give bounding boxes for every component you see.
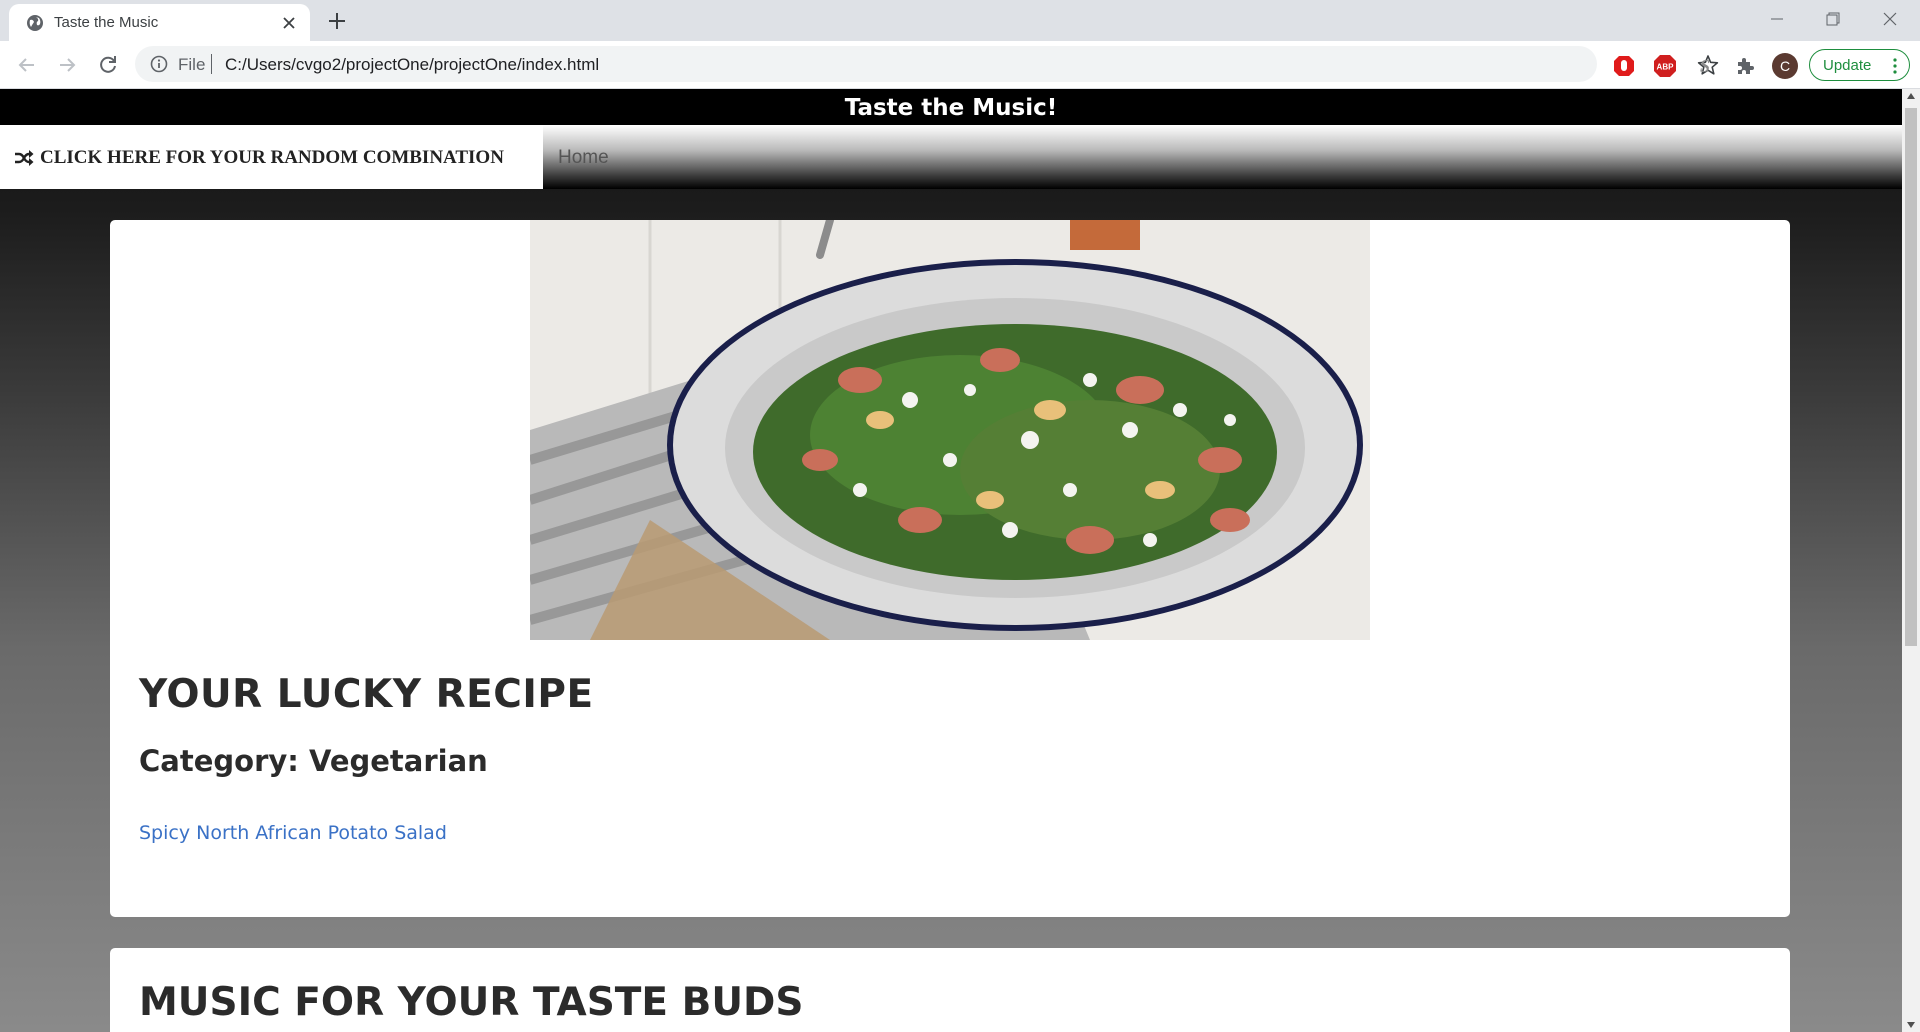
svg-text:S: S (1700, 56, 1710, 76)
music-heading: MUSIC FOR YOUR TASTE BUDS (139, 980, 804, 1025)
back-arrow-icon[interactable] (14, 52, 40, 78)
extensions-puzzle-icon[interactable] (1733, 54, 1757, 78)
close-icon[interactable] (280, 14, 298, 32)
browser-tab[interactable]: Taste the Music (9, 4, 310, 41)
window-close-icon[interactable] (1875, 6, 1905, 32)
random-combination-label: CLICK HERE FOR YOUR RANDOM COMBINATION (40, 147, 504, 168)
url-text[interactable]: C:/Users/cvgo2/projectOne/projectOne/ind… (225, 55, 599, 75)
site-title: Taste the Music! (844, 95, 1058, 121)
new-tab-icon[interactable] (326, 10, 348, 32)
url-divider (211, 54, 212, 74)
update-label: Update (1823, 57, 1872, 74)
tab-title: Taste the Music (54, 14, 159, 31)
svg-text:ABP: ABP (1657, 63, 1675, 72)
recipe-card: YOUR LUCKY RECIPE Category: Vegetarian S… (110, 220, 1790, 917)
globe-icon (27, 15, 43, 31)
music-card: MUSIC FOR YOUR TASTE BUDS (110, 948, 1790, 1032)
shuffle-icon (15, 150, 34, 166)
site-navbar: CLICK HERE FOR YOUR RANDOM COMBINATION H… (0, 125, 1902, 189)
address-bar[interactable]: File C:/Users/cvgo2/projectOne/projectOn… (135, 46, 1719, 82)
random-combination-button[interactable]: CLICK HERE FOR YOUR RANDOM COMBINATION (0, 125, 543, 189)
recipe-image (530, 220, 1370, 640)
recipe-heading: YOUR LUCKY RECIPE (139, 672, 594, 717)
profile-avatar[interactable]: C (1772, 53, 1798, 79)
recipe-link[interactable]: Spicy North African Potato Salad (139, 822, 447, 844)
update-button[interactable]: Update (1809, 49, 1910, 81)
browser-toolbar: File C:/Users/cvgo2/projectOne/projectOn… (0, 41, 1920, 89)
scroll-down-icon[interactable] (1907, 1022, 1915, 1028)
recipe-category: Category: Vegetarian (139, 744, 488, 778)
page-scrollbar[interactable] (1902, 89, 1920, 1032)
scrollbar-thumb[interactable] (1905, 108, 1917, 646)
scroll-up-icon[interactable] (1907, 93, 1915, 99)
url-scheme: File (178, 55, 206, 74)
restore-icon[interactable] (1818, 6, 1848, 32)
tab-strip: Taste the Music (0, 0, 1920, 41)
minimize-icon[interactable] (1762, 6, 1792, 32)
home-link[interactable]: Home (558, 147, 609, 169)
forward-arrow-icon[interactable] (54, 52, 80, 78)
info-icon[interactable] (150, 55, 168, 73)
s-extension-icon[interactable]: S (1693, 54, 1717, 78)
site-header: Taste the Music! (0, 89, 1902, 125)
reload-icon[interactable] (95, 52, 121, 78)
adblock-plus-icon[interactable]: ABP (1653, 54, 1677, 78)
more-vert-icon[interactable] (1892, 58, 1898, 74)
page-viewport: Taste the Music! CLICK HERE FOR YOUR RAN… (0, 89, 1902, 1032)
stop-hand-extension-icon[interactable] (1612, 54, 1636, 78)
